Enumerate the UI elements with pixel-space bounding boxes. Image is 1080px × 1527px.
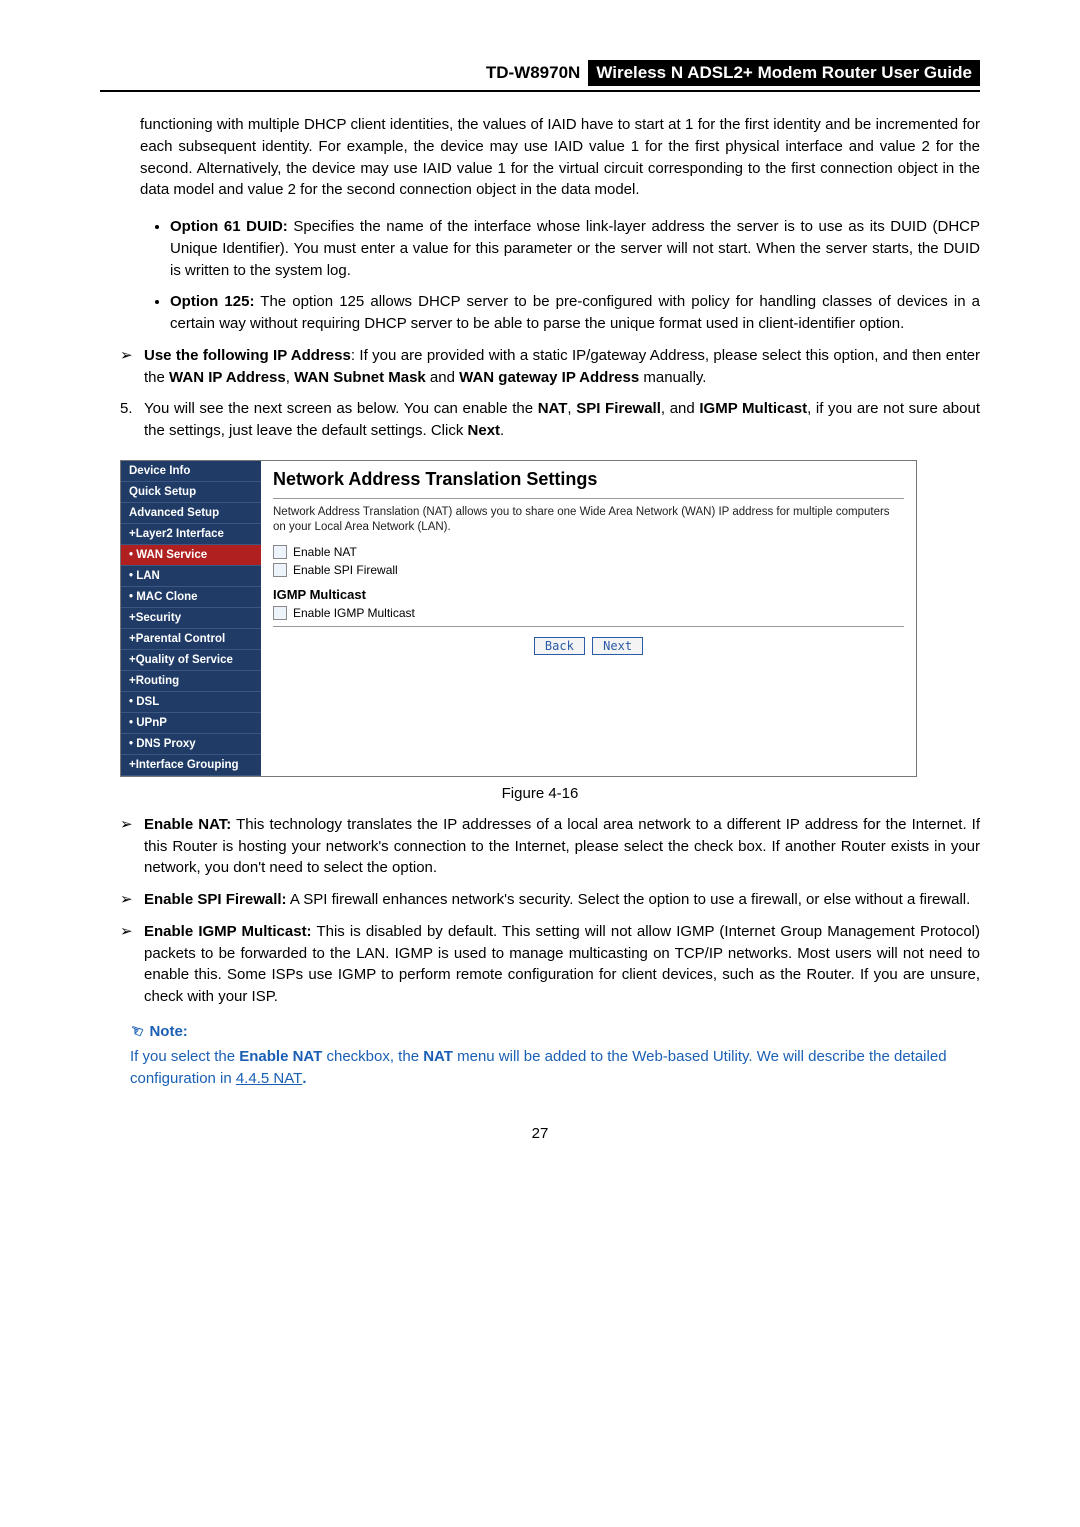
bullet-lead: Option 125: xyxy=(170,293,254,310)
b: Next xyxy=(468,422,501,439)
panel-title: Network Address Translation Settings xyxy=(273,469,904,490)
b: WAN IP Address xyxy=(169,369,286,386)
enable-nat-checkbox[interactable]: Enable NAT xyxy=(273,545,904,559)
sidebar-item[interactable]: • DNS Proxy xyxy=(121,734,261,755)
txt: A SPI firewall enhances network's securi… xyxy=(287,891,971,908)
txt: . xyxy=(302,1070,306,1087)
hand-icon: ☞ xyxy=(127,1020,146,1042)
note-heading: ☞Note: xyxy=(130,1022,980,1040)
note-label: Note: xyxy=(149,1023,187,1040)
step-number: 5. xyxy=(120,398,144,442)
b: WAN Subnet Mask xyxy=(294,369,426,386)
checkbox-label: Enable SPI Firewall xyxy=(293,563,398,577)
txt: and xyxy=(426,369,459,386)
router-screenshot: Device InfoQuick SetupAdvanced Setup+Lay… xyxy=(120,460,917,777)
figure-4-16: Device InfoQuick SetupAdvanced Setup+Lay… xyxy=(100,460,980,777)
txt: . xyxy=(500,422,504,439)
arrow-enable-nat: ➢ Enable NAT: This technology translates… xyxy=(120,814,980,879)
arrow-icon: ➢ xyxy=(120,345,144,389)
model-number: TD-W8970N xyxy=(486,63,588,83)
lead: Enable NAT: xyxy=(144,816,231,833)
bullet-option125: Option 125: The option 125 allows DHCP s… xyxy=(170,291,980,335)
sidebar-item[interactable]: Quick Setup xyxy=(121,482,261,503)
sidebar-item[interactable]: • MAC Clone xyxy=(121,587,261,608)
bullet-lead: Option 61 DUID: xyxy=(170,218,288,235)
intro-paragraph: functioning with multiple DHCP client id… xyxy=(140,114,980,201)
lead: Enable IGMP Multicast: xyxy=(144,923,312,940)
b: Enable NAT xyxy=(239,1048,322,1065)
sidebar-item[interactable]: Advanced Setup xyxy=(121,503,261,524)
arrow-enable-igmp: ➢ Enable IGMP Multicast: This is disable… xyxy=(120,921,980,1008)
sidebar-item[interactable]: Device Info xyxy=(121,461,261,482)
txt: You will see the next screen as below. Y… xyxy=(144,400,538,417)
note-body: If you select the Enable NAT checkbox, t… xyxy=(130,1046,980,1090)
divider xyxy=(273,626,904,627)
doc-title: Wireless N ADSL2+ Modem Router User Guid… xyxy=(588,60,980,86)
txt: checkbox, the xyxy=(322,1048,423,1065)
sidebar-item[interactable]: +Routing xyxy=(121,671,261,692)
sidebar-item[interactable]: +Layer2 Interface xyxy=(121,524,261,545)
checkbox-icon[interactable] xyxy=(273,563,287,577)
figure-caption: Figure 4-16 xyxy=(100,785,980,802)
bullet-text: The option 125 allows DHCP server to be … xyxy=(170,293,980,332)
txt: manually. xyxy=(639,369,706,386)
step-5: 5. You will see the next screen as below… xyxy=(120,398,980,442)
sidebar-item[interactable]: • UPnP xyxy=(121,713,261,734)
option-bullets: Option 61 DUID: Specifies the name of th… xyxy=(170,216,980,335)
lead: Enable SPI Firewall: xyxy=(144,891,287,908)
b: SPI Firewall xyxy=(576,400,661,417)
txt: , xyxy=(567,400,576,417)
arrow-icon: ➢ xyxy=(120,814,144,879)
txt: , and xyxy=(661,400,699,417)
page-number: 27 xyxy=(100,1125,980,1142)
arrow-icon: ➢ xyxy=(120,889,144,911)
bullet-option61: Option 61 DUID: Specifies the name of th… xyxy=(170,216,980,281)
enable-spi-checkbox[interactable]: Enable SPI Firewall xyxy=(273,563,904,577)
txt: , xyxy=(286,369,294,386)
checkbox-icon[interactable] xyxy=(273,545,287,559)
txt: If you select the xyxy=(130,1048,239,1065)
checkbox-label: Enable NAT xyxy=(293,545,357,559)
checkbox-icon[interactable] xyxy=(273,606,287,620)
sidebar-item[interactable]: +Parental Control xyxy=(121,629,261,650)
sidebar-item[interactable]: • LAN xyxy=(121,566,261,587)
sidebar-item[interactable]: +Interface Grouping xyxy=(121,755,261,776)
b: NAT xyxy=(538,400,568,417)
next-button[interactable]: Next xyxy=(592,637,643,655)
b: NAT xyxy=(423,1048,453,1065)
page-header: TD-W8970N Wireless N ADSL2+ Modem Router… xyxy=(100,60,980,92)
txt: This technology translates the IP addres… xyxy=(144,816,980,877)
nat-link[interactable]: 4.4.5 NAT xyxy=(236,1070,302,1087)
sidebar: Device InfoQuick SetupAdvanced Setup+Lay… xyxy=(121,461,261,776)
sidebar-item[interactable]: • WAN Service xyxy=(121,545,261,566)
divider xyxy=(273,498,904,499)
igmp-heading: IGMP Multicast xyxy=(273,587,904,602)
b: IGMP Multicast xyxy=(699,400,807,417)
checkbox-label: Enable IGMP Multicast xyxy=(293,606,415,620)
arrow-use-ip: ➢ Use the following IP Address: If you a… xyxy=(120,345,980,389)
arrow-icon: ➢ xyxy=(120,921,144,1008)
sidebar-item[interactable]: +Quality of Service xyxy=(121,650,261,671)
bullet-text: Specifies the name of the interface whos… xyxy=(170,218,980,279)
b: WAN gateway IP Address xyxy=(459,369,639,386)
button-row: Back Next xyxy=(273,637,904,655)
lead: Use the following IP Address xyxy=(144,347,351,364)
sidebar-item[interactable]: +Security xyxy=(121,608,261,629)
panel-description: Network Address Translation (NAT) allows… xyxy=(273,505,904,535)
main-panel: Network Address Translation Settings Net… xyxy=(261,461,916,776)
sidebar-item[interactable]: • DSL xyxy=(121,692,261,713)
back-button[interactable]: Back xyxy=(534,637,585,655)
arrow-enable-spi: ➢ Enable SPI Firewall: A SPI firewall en… xyxy=(120,889,980,911)
enable-igmp-checkbox[interactable]: Enable IGMP Multicast xyxy=(273,606,904,620)
